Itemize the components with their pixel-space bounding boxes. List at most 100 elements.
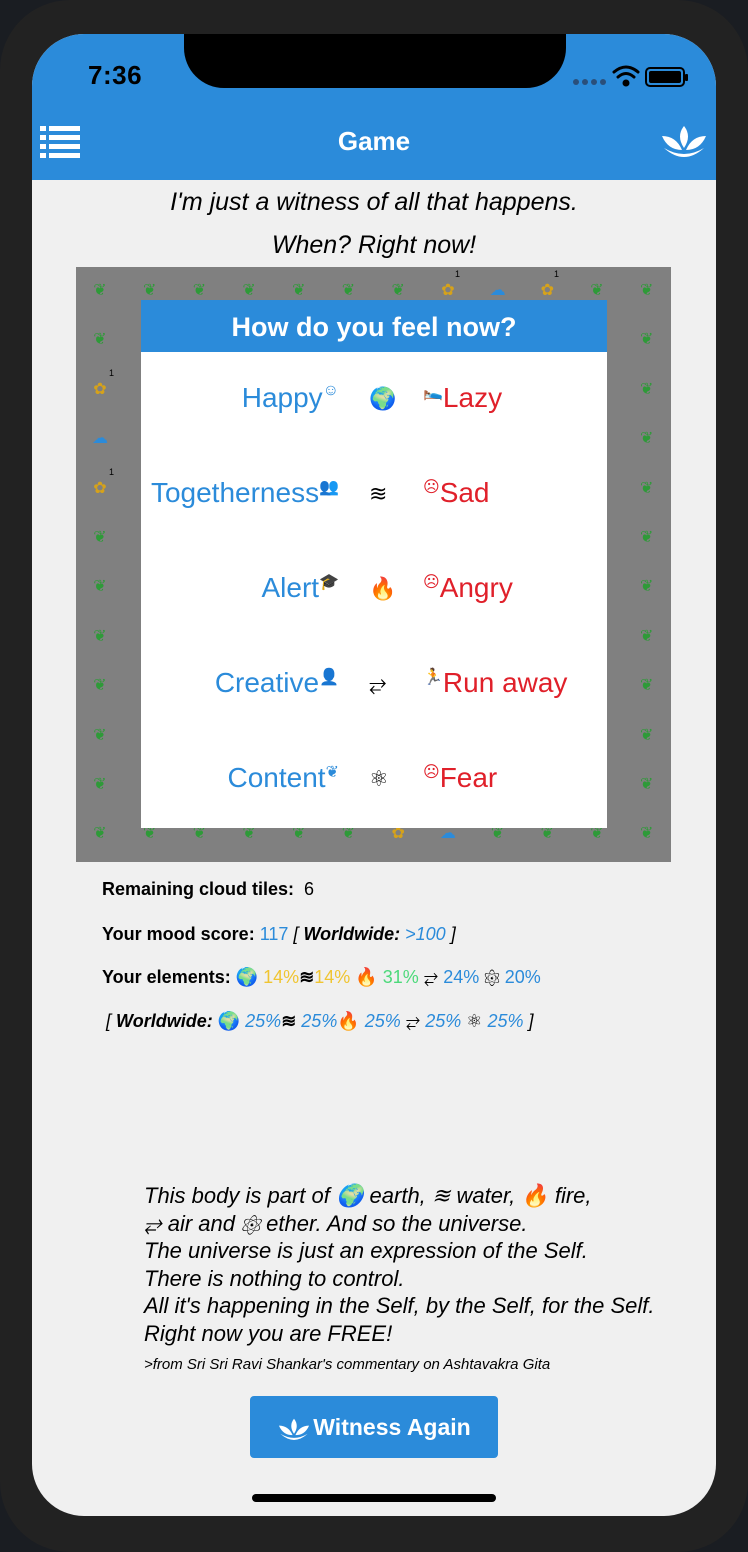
leaf-icon: ❦ — [93, 677, 107, 695]
leaf-icon: ❦ — [639, 282, 654, 299]
negative-option-run-away[interactable]: 🏃Run away — [423, 667, 567, 699]
negative-option-sad[interactable]: ☹Sad — [423, 477, 490, 509]
mood-row: Happy☺ 🌍 🛌Lazy — [141, 372, 607, 432]
seedling-icon: ❦ — [325, 764, 339, 781]
positive-option-content[interactable]: Content❦ — [228, 762, 339, 794]
nav-title: Game — [337, 126, 411, 156]
mood-row: Content❦ ⚛ ☹Fear — [141, 752, 607, 812]
app-header: 7:36 Game — [32, 34, 716, 180]
fire-icon: 🔥 — [355, 967, 378, 987]
positive-option-alert[interactable]: Alert🎓 — [262, 572, 340, 604]
tile-badge: 1 — [109, 467, 115, 477]
earth-icon: 🌍 — [369, 386, 397, 411]
leaf-icon: ❦ — [341, 282, 356, 299]
app-screen: 7:36 Game I'm just a witness of all that… — [32, 34, 716, 1516]
earth-icon: 🌍 — [235, 967, 259, 987]
mood-row: Alert🎓 🔥 ☹Angry — [141, 562, 607, 622]
quote-line: ⥂ air and ⚛ ether. And so the universe. — [144, 1210, 528, 1236]
air-icon: ⥂ — [423, 967, 439, 987]
tile-badge: 1 — [554, 269, 560, 279]
leaf-icon: ❦ — [639, 726, 654, 744]
smile-icon: ☺ — [322, 382, 339, 399]
air-icon: ⥂ — [405, 1011, 421, 1031]
leaf-icon: ❦ — [639, 331, 654, 349]
leaf-icon: ❦ — [93, 726, 107, 744]
leaf-icon: ❦ — [639, 529, 654, 546]
ether-icon: ⚛ — [484, 967, 500, 987]
quote-line: This body is part of 🌍 earth, ≋ water, 🔥… — [144, 1183, 592, 1208]
home-indicator[interactable] — [252, 1494, 496, 1502]
leaf-icon: ❦ — [192, 282, 207, 299]
quote-line: All it's happening in the Self, by the S… — [144, 1293, 655, 1318]
user-edit-icon: 👤 — [319, 669, 339, 686]
running-icon: 🏃 — [423, 669, 443, 686]
leaf-icon: ❦ — [639, 776, 654, 793]
fear-face-icon: ☹ — [423, 764, 440, 781]
cloud-icon: ☁ — [489, 282, 506, 299]
device-notch — [184, 34, 566, 88]
bed-icon: 🛌 — [423, 384, 443, 401]
water-icon: ≋ — [281, 1011, 297, 1031]
mood-score: Your mood score: 117 [ Worldwide: >100 ] — [102, 924, 456, 944]
mood-row: Creative👤 ⥂ 🏃Run away — [141, 657, 607, 717]
negative-option-lazy[interactable]: 🛌Lazy — [423, 382, 502, 414]
status-time: 7:36 — [88, 60, 143, 90]
users-icon: 👥 — [319, 479, 339, 496]
leaf-icon: ❦ — [639, 430, 654, 448]
flower-icon: ✿ — [540, 282, 554, 299]
flower-icon: ✿ — [93, 479, 107, 497]
tile-badge: 1 — [455, 269, 461, 279]
leaf-icon: ❦ — [590, 282, 604, 299]
device-frame: 7:36 Game I'm just a witness of all that… — [0, 0, 748, 1552]
positive-option-togetherness[interactable]: Togetherness👥 — [151, 477, 339, 509]
fire-icon: 🔥 — [369, 576, 397, 601]
leaf-icon: ❦ — [93, 282, 107, 299]
negative-option-fear[interactable]: ☹Fear — [423, 762, 497, 794]
air-icon: ⥂ — [369, 671, 387, 696]
leaf-icon: ❦ — [639, 479, 654, 497]
leaf-icon: ❦ — [93, 627, 107, 645]
leaf-icon: ❦ — [93, 529, 107, 546]
quote-line: There is nothing to control. — [144, 1265, 405, 1291]
quote-line: Right now you are FREE! — [144, 1320, 393, 1346]
earth-icon: 🌍 — [336, 1183, 364, 1208]
status-icons — [573, 65, 688, 87]
leaf-icon: ❦ — [639, 825, 654, 843]
graduation-cap-icon: 🎓 — [319, 574, 339, 591]
top-quote-line-2: When? Right now! — [271, 231, 477, 259]
water-icon: ≋ — [431, 1183, 451, 1208]
leaf-icon: ❦ — [391, 282, 405, 299]
leaf-icon: ❦ — [639, 380, 654, 398]
lotus-icon — [279, 1418, 310, 1440]
top-quote-line-1: I'm just a witness of all that happens. — [170, 188, 578, 216]
witness-again-button[interactable]: Witness Again — [250, 1396, 498, 1458]
positive-option-happy[interactable]: Happy☺ — [242, 382, 339, 414]
leaf-icon: ❦ — [639, 578, 654, 596]
positive-option-creative[interactable]: Creative👤 — [215, 667, 339, 699]
leaf-icon: ❦ — [93, 825, 107, 843]
ether-icon: ⚛ — [241, 1210, 261, 1236]
battery-icon — [645, 67, 688, 87]
leaf-icon: ❦ — [242, 282, 256, 299]
ether-icon: ⚛ — [369, 766, 389, 791]
leaf-icon: ❦ — [639, 677, 654, 695]
leaf-icon: ❦ — [142, 282, 157, 299]
leaf-icon: ❦ — [93, 776, 107, 793]
air-icon: ⥂ — [144, 1210, 162, 1236]
flower-icon: ✿ — [441, 282, 455, 299]
lotus-icon[interactable] — [660, 122, 708, 160]
remaining-cloud-tiles: Remaining cloud tiles: 6 — [102, 879, 315, 899]
leaf-icon: ❦ — [292, 282, 306, 299]
leaf-icon: ❦ — [93, 331, 107, 349]
leaf-icon: ❦ — [639, 627, 654, 645]
cloud-icon: ☁ — [92, 430, 108, 448]
fire-icon: 🔥 — [337, 1011, 360, 1031]
mood-dialog: How do you feel now? Happy☺ 🌍 🛌Lazy Toge… — [141, 300, 607, 828]
signal-icon — [573, 79, 606, 85]
leaf-icon: ❦ — [93, 578, 107, 596]
wifi-icon — [612, 65, 640, 87]
negative-option-angry[interactable]: ☹Angry — [423, 572, 513, 604]
ether-icon: ⚛ — [466, 1011, 483, 1031]
flower-icon: ✿ — [93, 380, 107, 398]
bottom-quote: This body is part of 🌍 earth, ≋ water, 🔥… — [144, 1182, 655, 1347]
